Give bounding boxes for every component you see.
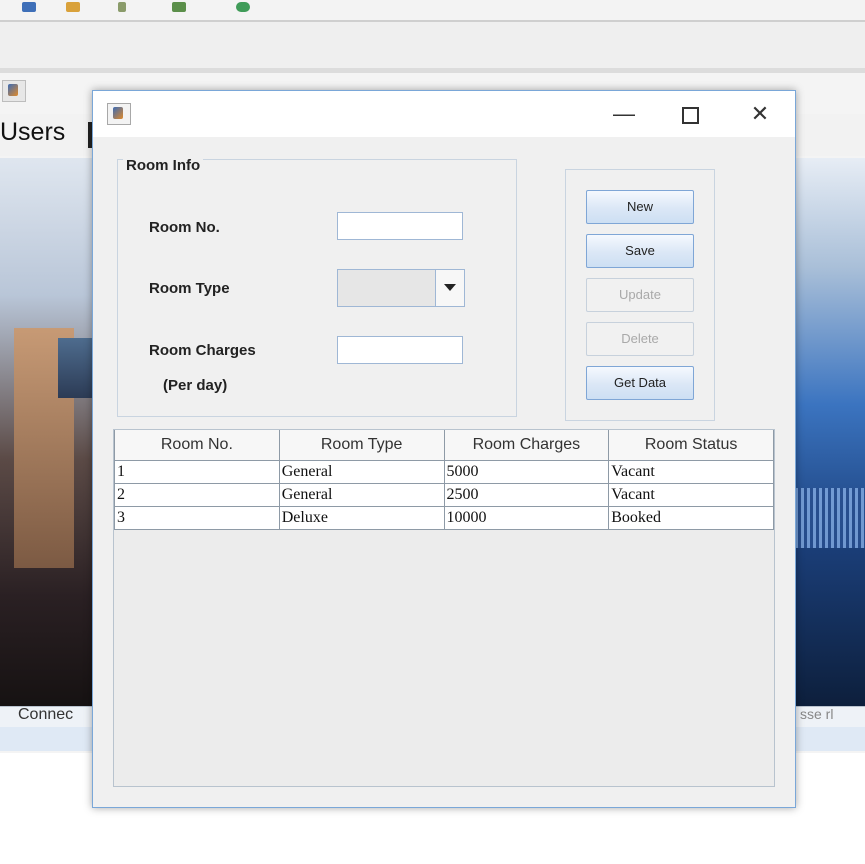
room-charges-input[interactable] (337, 336, 463, 364)
maximize-button[interactable] (667, 99, 713, 129)
table-cell[interactable]: Vacant (608, 483, 774, 507)
table-cell[interactable]: 5000 (443, 460, 610, 484)
background-image-right (795, 158, 865, 706)
action-button-panel: New Save Update Delete Get Data (565, 169, 715, 421)
room-no-label: Room No. (149, 219, 220, 236)
minimize-button[interactable]: — (601, 99, 647, 129)
table-header-row: Room No. Room Type Room Charges Room Sta… (114, 430, 774, 461)
room-info-legend: Room Info (123, 157, 204, 174)
room-no-input[interactable] (337, 212, 463, 240)
java-app-icon (2, 80, 26, 102)
rooms-table-panel[interactable]: Room No. Room Type Room Charges Room Sta… (113, 429, 775, 787)
table-cell[interactable]: Vacant (608, 460, 774, 484)
table-cell[interactable]: General (278, 460, 445, 484)
column-header-room-charges[interactable]: Room Charges (443, 430, 610, 461)
java-window-icon (107, 103, 131, 125)
table-cell[interactable]: 2500 (443, 483, 610, 507)
per-day-label: (Per day) (163, 377, 228, 394)
column-header-room-status[interactable]: Room Status (608, 430, 774, 461)
toolbar-icon-3[interactable] (118, 2, 126, 12)
column-header-room-no[interactable]: Room No. (114, 430, 280, 461)
new-button[interactable]: New (586, 190, 694, 224)
table-row[interactable]: 2 General 2500 Vacant (114, 483, 774, 507)
toolbar-icon-1[interactable] (22, 2, 36, 12)
maximize-icon (681, 106, 699, 124)
app-header-band (0, 22, 865, 73)
table-cell[interactable]: General (278, 483, 445, 507)
room-dialog: — ✕ Room Info Room No. Room Type Room Ch… (92, 90, 796, 808)
table-cell[interactable]: 1 (114, 460, 280, 484)
rooms-table[interactable]: Room No. Room Type Room Charges Room Sta… (114, 430, 774, 530)
room-type-combo[interactable] (337, 269, 465, 307)
table-row[interactable]: 3 Deluxe 10000 Booked (114, 506, 774, 530)
menu-users[interactable]: Users (0, 118, 65, 147)
close-button[interactable]: ✕ (737, 99, 783, 129)
table-row[interactable]: 1 General 5000 Vacant (114, 460, 774, 484)
table-cell[interactable]: 2 (114, 483, 280, 507)
table-cell[interactable]: Booked (608, 506, 774, 530)
room-type-label: Room Type (149, 280, 230, 297)
background-image-left (0, 158, 96, 706)
table-cell[interactable]: 10000 (443, 506, 610, 530)
get-data-button[interactable]: Get Data (586, 366, 694, 400)
toolbar-icon-2[interactable] (66, 2, 80, 12)
status-text-left: Connec (18, 706, 74, 723)
dropdown-arrow-icon[interactable] (435, 270, 464, 306)
app-toolbar (0, 0, 865, 22)
update-button[interactable]: Update (586, 278, 694, 312)
toolbar-icon-4[interactable] (172, 2, 186, 12)
dialog-titlebar[interactable]: — ✕ (93, 91, 795, 137)
column-header-room-type[interactable]: Room Type (278, 430, 445, 461)
room-charges-label: Room Charges (149, 342, 256, 359)
delete-button[interactable]: Delete (586, 322, 694, 356)
save-button[interactable]: Save (586, 234, 694, 268)
table-cell[interactable]: 3 (114, 506, 280, 530)
table-cell[interactable]: Deluxe (278, 506, 445, 530)
status-text-right: sse rl (800, 706, 834, 722)
toolbar-icon-5[interactable] (236, 2, 250, 12)
